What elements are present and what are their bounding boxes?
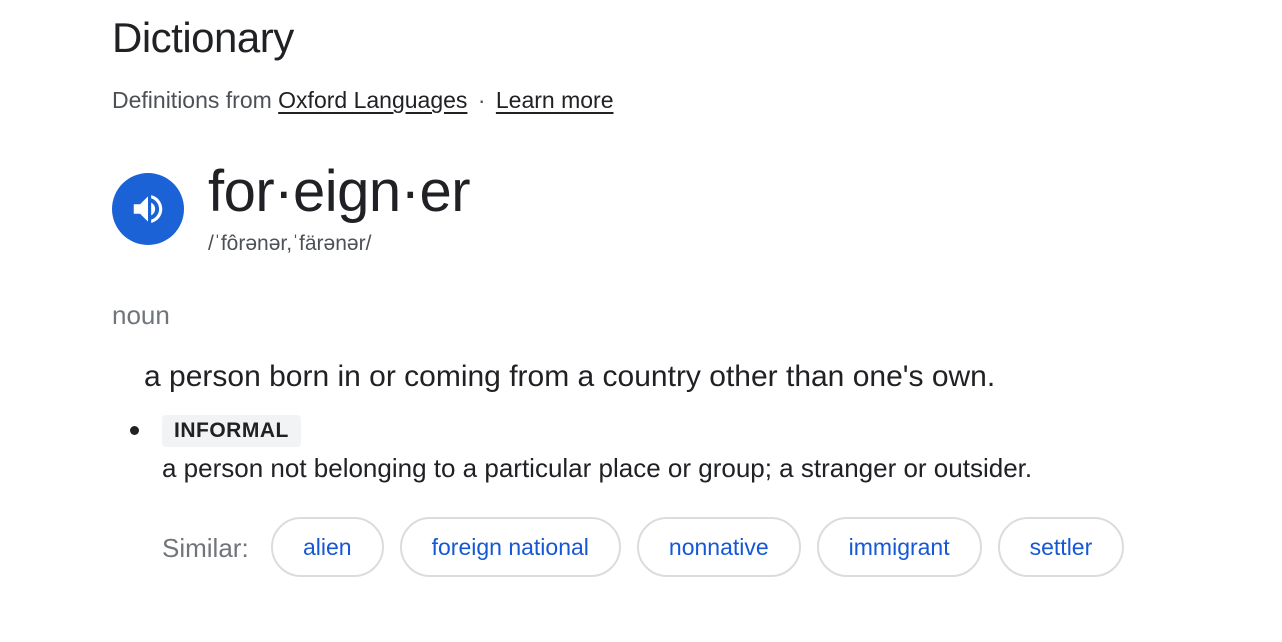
learn-more-link[interactable]: Learn more xyxy=(496,87,614,113)
similar-chip-foreign-national[interactable]: foreign national xyxy=(399,517,621,577)
source-prefix: Definitions from xyxy=(112,87,272,113)
part-of-speech: noun xyxy=(112,300,170,330)
similar-label: Similar: xyxy=(162,533,249,563)
pronunciation: /ˈfôrənər,ˈfärənər/ xyxy=(208,232,372,255)
dictionary-card: Dictionary Definitions from Oxford Langu… xyxy=(0,0,1282,642)
pronunciation-audio-button[interactable] xyxy=(112,173,184,245)
definition-1: a person born in or coming from a countr… xyxy=(144,360,996,393)
similar-words-list: alien foreign national nonnative immigra… xyxy=(271,517,1125,577)
bullet-point xyxy=(130,426,139,435)
separator: · xyxy=(477,87,486,113)
similar-chip-settler[interactable]: settler xyxy=(997,517,1125,577)
card-title: Dictionary xyxy=(112,14,294,61)
headword: for·eign·er xyxy=(208,159,471,224)
definition-2: a person not belonging to a particular p… xyxy=(162,453,1033,483)
source-line: Definitions from Oxford Languages · Lear… xyxy=(112,87,614,114)
oxford-languages-link[interactable]: Oxford Languages xyxy=(278,87,467,113)
speaker-icon xyxy=(133,195,163,223)
similar-chip-immigrant[interactable]: immigrant xyxy=(816,517,982,577)
similar-chip-nonnative[interactable]: nonnative xyxy=(636,517,801,577)
similar-chip-alien[interactable]: alien xyxy=(271,517,384,577)
informal-label: INFORMAL xyxy=(162,415,301,447)
